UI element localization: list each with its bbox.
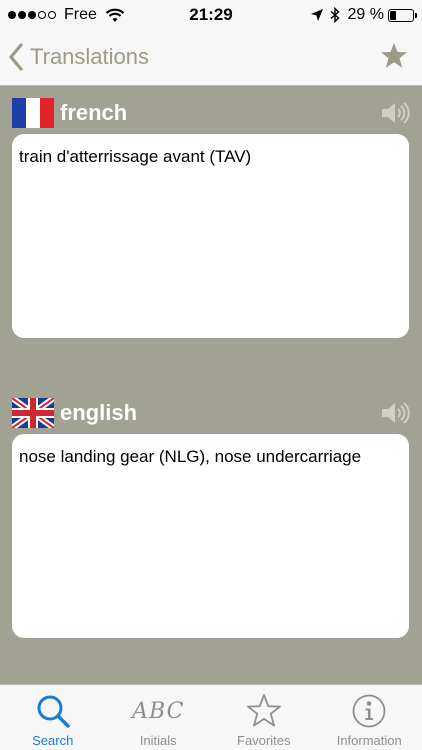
target-text-card[interactable]: nose landing gear (NLG), nose undercarri… — [12, 434, 409, 638]
tab-initials[interactable]: ABC Initials — [106, 685, 212, 750]
tab-search[interactable]: Search — [0, 685, 106, 750]
source-text-card[interactable]: train d'atterrissage avant (TAV) — [12, 134, 409, 338]
target-language-label: english — [60, 400, 138, 425]
abc-icon-text: ABC — [132, 698, 185, 724]
favorite-button[interactable] — [378, 40, 410, 72]
source-language-header: french — [12, 96, 410, 130]
france-flag-icon — [12, 98, 54, 128]
uk-flag-icon — [12, 398, 54, 428]
tab-label: Favorites — [237, 733, 291, 748]
target-language-header: english — [12, 396, 410, 430]
status-bar: Free 21:29 29 % — [0, 0, 422, 30]
star-icon — [381, 43, 407, 68]
nav-bar: Translations — [0, 30, 422, 86]
battery-icon — [388, 8, 417, 22]
bluetooth-icon — [330, 7, 340, 23]
back-button-label: Translations — [30, 44, 150, 69]
source-language-label: french — [60, 100, 128, 125]
tab-favorites[interactable]: Favorites — [211, 685, 317, 750]
abc-icon: ABC — [132, 691, 183, 731]
star-outline-icon — [244, 691, 284, 731]
tab-label: Search — [32, 733, 74, 748]
source-text: train d'atterrissage avant (TAV) — [19, 147, 252, 166]
tab-bar: Search ABC Initials Favorites Informatio… — [0, 684, 422, 750]
search-icon — [33, 691, 73, 731]
chevron-left-icon — [9, 43, 23, 71]
speaker-icon[interactable] — [380, 100, 410, 126]
back-button[interactable]: Translations — [8, 40, 149, 74]
info-icon — [349, 691, 389, 731]
location-arrow-icon — [310, 9, 323, 21]
tab-label: Initials — [139, 733, 177, 748]
tab-information[interactable]: Information — [317, 685, 422, 750]
battery-fill — [390, 10, 396, 20]
speaker-icon[interactable] — [380, 400, 410, 426]
status-right: 29 % — [310, 6, 417, 24]
target-text: nose landing gear (NLG), nose undercarri… — [19, 447, 362, 466]
battery-percent: 29 % — [347, 6, 384, 23]
tab-label: Information — [336, 733, 402, 748]
